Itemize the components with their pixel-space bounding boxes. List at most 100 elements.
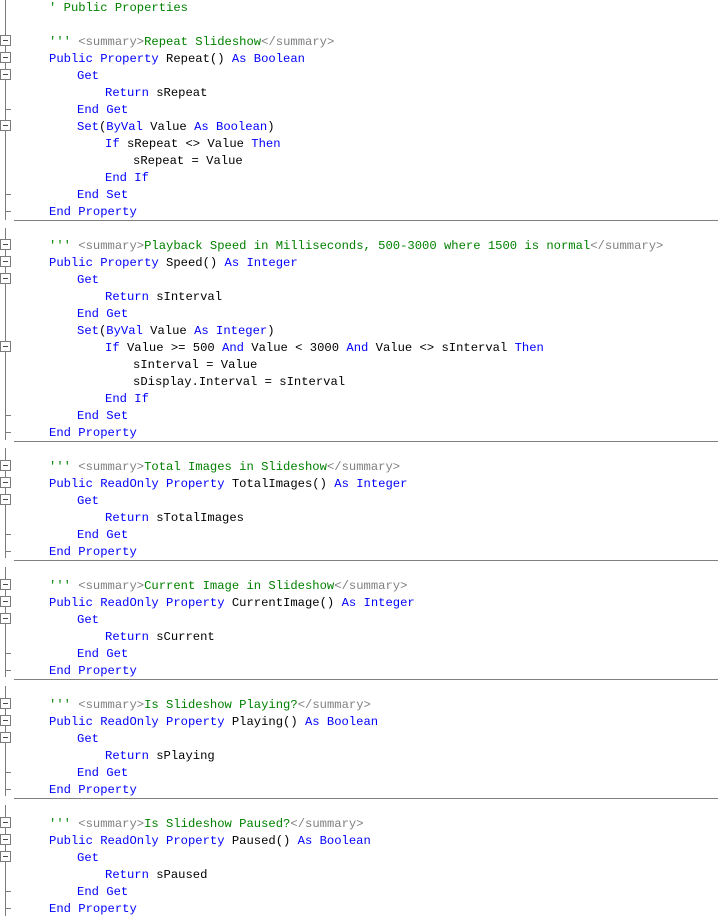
code-token-kw: Public ReadOnly Property (49, 715, 232, 729)
code-token-kw: Get (77, 732, 99, 746)
outlining-end-tick (5, 772, 11, 773)
collapse-minus-icon[interactable] (0, 341, 11, 352)
code-line[interactable]: Public Property Speed() As Integer (49, 255, 298, 272)
collapse-minus-icon[interactable] (0, 120, 11, 131)
collapse-minus-icon[interactable] (0, 35, 11, 46)
code-line[interactable]: End If (105, 170, 149, 187)
code-token-kw: End Property (49, 426, 137, 440)
code-line[interactable]: Public Property Repeat() As Boolean (49, 51, 305, 68)
code-line[interactable]: End Get (77, 765, 128, 782)
code-line[interactable]: End Get (77, 306, 128, 323)
code-line[interactable]: Public ReadOnly Property TotalImages() A… (49, 476, 407, 493)
code-line[interactable]: Get (77, 68, 99, 85)
collapse-minus-icon[interactable] (0, 834, 11, 845)
code-line[interactable]: Return sPaused (105, 867, 207, 884)
code-line[interactable]: End Get (77, 527, 128, 544)
code-token-op: ) (267, 120, 275, 134)
outlining-rail (5, 0, 6, 220)
code-line[interactable]: End If (105, 391, 149, 408)
code-line[interactable]: End Get (77, 102, 128, 119)
code-line[interactable]: ''' <summary>Playback Speed in Milliseco… (49, 238, 663, 255)
code-line[interactable]: sRepeat = Value (133, 153, 243, 170)
collapse-minus-icon[interactable] (0, 256, 11, 267)
code-line[interactable]: If sRepeat <> Value Then (105, 136, 281, 153)
code-token-xml: <summary> (78, 698, 145, 712)
collapse-minus-icon[interactable] (0, 69, 11, 80)
code-token-xml: </summary> (334, 579, 408, 593)
code-line[interactable]: End Get (77, 646, 128, 663)
code-token-kw: End Set (77, 409, 129, 423)
code-token-kw: End If (105, 392, 149, 406)
collapse-minus-icon[interactable] (0, 494, 11, 505)
collapse-minus-icon[interactable] (0, 477, 11, 488)
code-token-kw: Public Property (49, 52, 167, 66)
code-token-kw: If (105, 341, 127, 355)
code-token-id: TotalImages() (231, 477, 335, 491)
code-line[interactable]: sDisplay.Interval = sInterval (133, 374, 345, 391)
code-line[interactable]: Get (77, 731, 99, 748)
collapse-minus-icon[interactable] (0, 698, 11, 709)
collapse-minus-icon[interactable] (0, 52, 11, 63)
code-token-xml: <summary> (78, 579, 145, 593)
code-line[interactable]: Get (77, 850, 99, 867)
code-line[interactable]: Public ReadOnly Property CurrentImage() … (49, 595, 415, 612)
code-line[interactable]: ''' <summary>Is Slideshow Playing?</summ… (49, 697, 371, 714)
code-token-kw: Return (105, 630, 157, 644)
code-line[interactable]: End Get (77, 884, 128, 901)
code-line[interactable]: End Property (49, 663, 137, 680)
code-line[interactable]: sInterval = Value (133, 357, 257, 374)
code-line[interactable]: End Set (77, 187, 128, 204)
code-line[interactable]: End Property (49, 204, 137, 221)
code-token-id: sPlaying (156, 749, 215, 763)
outlining-end-tick (5, 908, 11, 909)
code-editor-surface[interactable]: ' Public Properties ''' <summary>Repeat S… (0, 0, 718, 916)
collapse-minus-icon[interactable] (0, 239, 11, 250)
code-token-id: Speed() (166, 256, 225, 270)
code-line[interactable]: ''' <summary>Repeat Slideshow</summary> (49, 34, 334, 51)
collapse-minus-icon[interactable] (0, 579, 11, 590)
code-line[interactable]: Set(ByVal Value As Integer) (77, 323, 275, 340)
code-line[interactable]: Get (77, 272, 99, 289)
code-line[interactable]: If Value >= 500 And Value < 3000 And Val… (105, 340, 544, 357)
code-token-doc: Is Slideshow Playing? (144, 698, 298, 712)
code-line[interactable]: End Property (49, 782, 137, 799)
code-token-kw: Get (77, 613, 99, 627)
code-line[interactable]: End Property (49, 425, 137, 442)
code-token-kw: As Integer (341, 596, 415, 610)
code-line[interactable]: Get (77, 612, 99, 629)
code-token-kw: Then (251, 137, 281, 151)
code-line[interactable]: Public ReadOnly Property Playing() As Bo… (49, 714, 378, 731)
code-line[interactable]: Return sCurrent (105, 629, 215, 646)
code-line[interactable]: ' Public Properties (49, 0, 188, 17)
code-line[interactable]: Get (77, 493, 99, 510)
code-line[interactable]: Return sRepeat (105, 85, 207, 102)
collapse-minus-icon[interactable] (0, 460, 11, 471)
code-token-kw: Return (105, 749, 157, 763)
code-token-cmt: ''' (49, 239, 79, 253)
code-line[interactable]: End Property (49, 901, 137, 918)
code-line[interactable]: End Set (77, 408, 128, 425)
code-token-kw: As Integer (334, 477, 408, 491)
code-line[interactable]: ''' <summary>Total Images in Slideshow</… (49, 459, 400, 476)
code-token-kw: ByVal (106, 324, 151, 338)
collapse-minus-icon[interactable] (0, 732, 11, 743)
code-line[interactable]: Public ReadOnly Property Paused() As Boo… (49, 833, 371, 850)
code-line[interactable]: ''' <summary>Current Image in Slideshow<… (49, 578, 407, 595)
code-line[interactable]: Set(ByVal Value As Boolean) (77, 119, 275, 136)
code-line[interactable]: Return sPlaying (105, 748, 215, 765)
code-token-kw: And (346, 341, 376, 355)
collapse-minus-icon[interactable] (0, 817, 11, 828)
code-line[interactable]: Return sTotalImages (105, 510, 244, 527)
code-line[interactable]: ''' <summary>Is Slideshow Paused?</summa… (49, 816, 364, 833)
code-token-kw: End Property (49, 783, 137, 797)
code-token-xml: <summary> (78, 817, 145, 831)
collapse-minus-icon[interactable] (0, 715, 11, 726)
code-line[interactable]: End Property (49, 544, 137, 561)
code-token-xml: <summary> (78, 460, 145, 474)
code-line[interactable]: Return sInterval (105, 289, 222, 306)
outlining-end-tick (5, 211, 11, 212)
collapse-minus-icon[interactable] (0, 273, 11, 284)
collapse-minus-icon[interactable] (0, 596, 11, 607)
collapse-minus-icon[interactable] (0, 613, 11, 624)
collapse-minus-icon[interactable] (0, 851, 11, 862)
